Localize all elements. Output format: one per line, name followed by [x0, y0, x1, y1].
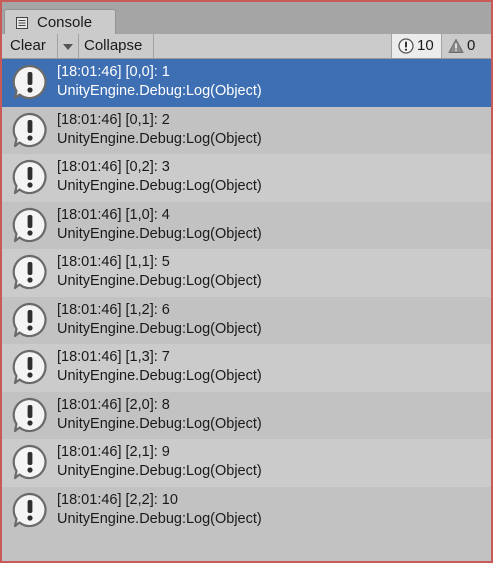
log-message: [18:01:46] [2,2]: 10 — [57, 491, 178, 508]
info-exclamation-icon — [12, 492, 48, 528]
info-exclamation-icon — [12, 349, 48, 385]
warning-triangle-icon — [448, 38, 464, 54]
info-exclamation-icon — [12, 159, 48, 195]
console-window: Console Clear Collapse 10 0 [18:01:46] [… — [2, 2, 491, 561]
log-entry-row[interactable]: [18:01:46] [1,3]: 7 UnityEngine.Debug:Lo… — [2, 344, 491, 392]
info-exclamation-icon — [12, 112, 48, 148]
log-message: [18:01:46] [1,2]: 6 — [57, 301, 170, 318]
log-count: 10 — [417, 37, 434, 54]
tab-bar: Console — [2, 2, 491, 34]
log-message: [18:01:46] [1,3]: 7 — [57, 349, 170, 365]
log-message: [18:01:46] [0,0]: 1 — [57, 64, 170, 80]
log-stack-trace: UnityEngine.Debug:Log(Object) — [57, 368, 262, 384]
log-entry-row[interactable]: [18:01:46] [2,1]: 9 UnityEngine.Debug:Lo… — [2, 439, 491, 487]
log-entry-row[interactable]: [18:01:46] [1,1]: 5 UnityEngine.Debug:Lo… — [2, 249, 491, 297]
log-stack-trace: UnityEngine.Debug:Log(Object) — [57, 225, 262, 242]
log-entry-row[interactable]: [18:01:46] [0,0]: 1 UnityEngine.Debug:Lo… — [2, 59, 491, 107]
log-entry-row[interactable]: [18:01:46] [0,2]: 3 UnityEngine.Debug:Lo… — [2, 154, 491, 202]
warning-filter-toggle[interactable]: 0 — [441, 34, 491, 58]
info-exclamation-icon — [12, 397, 48, 433]
log-message: [18:01:46] [2,1]: 9 — [57, 444, 170, 460]
log-stack-trace: UnityEngine.Debug:Log(Object) — [57, 273, 262, 289]
log-stack-trace: UnityEngine.Debug:Log(Object) — [57, 130, 262, 147]
info-exclamation-icon — [12, 207, 48, 243]
console-toolbar: Clear Collapse 10 0 — [2, 34, 491, 59]
collapse-toggle[interactable]: Collapse — [79, 34, 154, 58]
log-entry-row[interactable]: [18:01:46] [1,0]: 4 UnityEngine.Debug:Lo… — [2, 201, 491, 249]
log-entry-row[interactable]: [18:01:46] [2,2]: 10 UnityEngine.Debug:L… — [2, 486, 491, 534]
log-stack-trace: UnityEngine.Debug:Log(Object) — [57, 320, 262, 337]
log-entry-list: [18:01:46] [0,0]: 1 UnityEngine.Debug:Lo… — [2, 59, 491, 537]
log-message: [18:01:46] [1,0]: 4 — [57, 206, 170, 223]
warning-count: 0 — [467, 37, 476, 54]
log-filter-toggle[interactable]: 10 — [391, 34, 441, 58]
log-stack-trace: UnityEngine.Debug:Log(Object) — [57, 178, 262, 194]
log-entry-row[interactable]: [18:01:46] [1,2]: 6 UnityEngine.Debug:Lo… — [2, 296, 491, 344]
log-entry-row[interactable]: [18:01:46] [0,1]: 2 UnityEngine.Debug:Lo… — [2, 106, 491, 154]
empty-list-area — [2, 537, 491, 561]
clear-button[interactable]: Clear — [2, 34, 58, 58]
log-entry-row[interactable]: [18:01:46] [2,0]: 8 UnityEngine.Debug:Lo… — [2, 391, 491, 439]
log-message: [18:01:46] [0,2]: 3 — [57, 159, 170, 175]
chevron-down-icon — [63, 44, 73, 50]
tab-console-label: Console — [37, 14, 93, 31]
log-stack-trace: UnityEngine.Debug:Log(Object) — [57, 510, 262, 527]
log-stack-trace: UnityEngine.Debug:Log(Object) — [57, 415, 262, 432]
console-list-icon — [16, 16, 28, 29]
tab-console[interactable]: Console — [4, 9, 116, 34]
info-exclamation-icon — [12, 254, 48, 290]
info-exclamation-icon — [12, 302, 48, 338]
log-message: [18:01:46] [2,0]: 8 — [57, 396, 170, 413]
log-stack-trace: UnityEngine.Debug:Log(Object) — [57, 83, 262, 99]
info-exclamation-icon — [12, 444, 48, 480]
clear-options-dropdown[interactable] — [58, 34, 79, 58]
log-message: [18:01:46] [1,1]: 5 — [57, 254, 170, 270]
info-exclamation-icon — [398, 38, 414, 54]
log-message: [18:01:46] [0,1]: 2 — [57, 111, 170, 128]
info-exclamation-icon — [12, 64, 48, 100]
log-stack-trace: UnityEngine.Debug:Log(Object) — [57, 463, 262, 479]
